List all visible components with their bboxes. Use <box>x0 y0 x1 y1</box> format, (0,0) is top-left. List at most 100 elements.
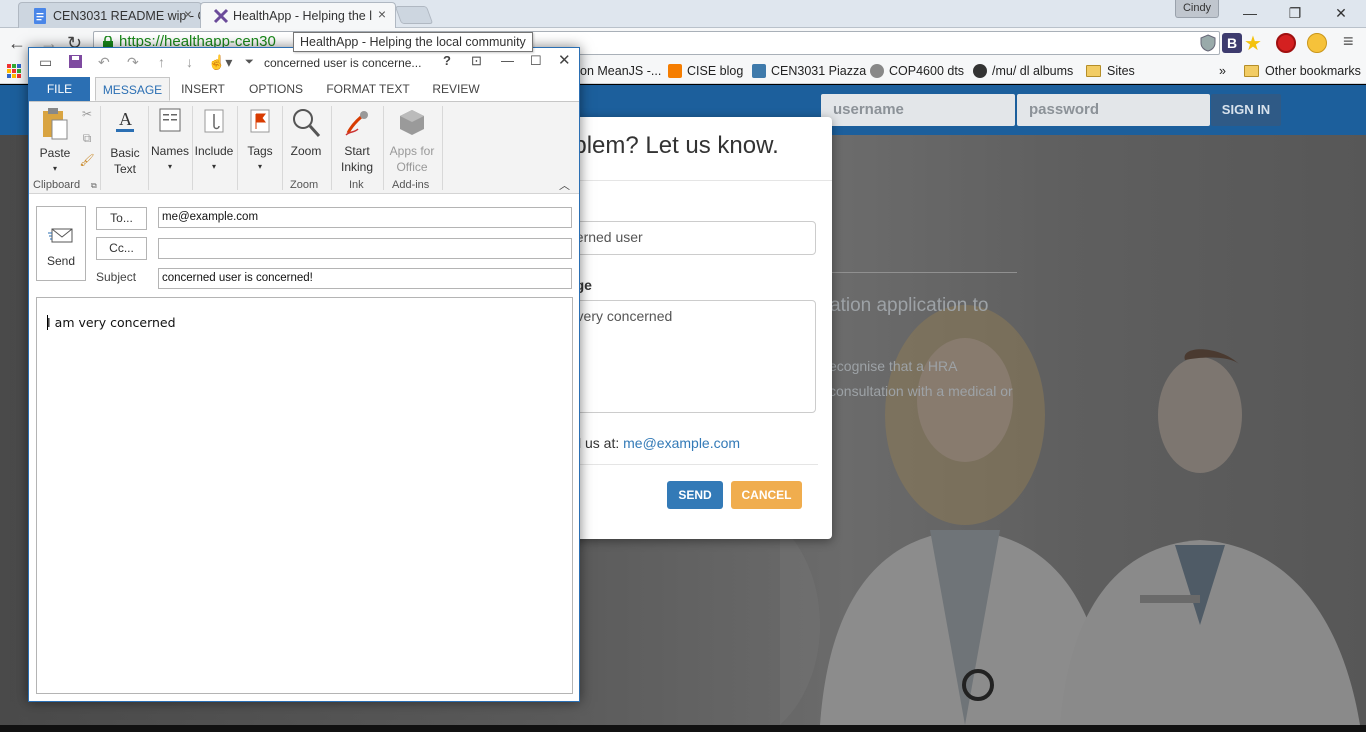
tab-message[interactable]: MESSAGE <box>95 77 170 101</box>
tab-options[interactable]: OPTIONS <box>243 77 309 101</box>
ink-pen-icon <box>345 111 368 136</box>
office-apps-icon <box>400 110 424 135</box>
tab-close-icon[interactable]: × <box>184 6 192 22</box>
outlook-window-title: concerned user is concerne... <box>264 56 422 70</box>
apps-icon[interactable] <box>7 64 21 78</box>
cancel-button[interactable]: CANCEL <box>731 481 802 509</box>
outlook-minimize-button[interactable]: — <box>501 53 514 68</box>
password-input[interactable]: password <box>1017 94 1210 126</box>
bookmark-mu-albums[interactable]: /mu/ dl albums <box>973 62 1073 80</box>
outlook-close-button[interactable]: ✕ <box>558 51 571 69</box>
customize-toolbar-icon[interactable]: ⏷ <box>245 53 254 71</box>
tab-readme[interactable]: CEN3031 README wip - C × <box>18 2 202 28</box>
profile-button[interactable]: Cindy <box>1175 0 1219 18</box>
emoji-extension-icon[interactable] <box>1307 33 1327 53</box>
send-button[interactable]: SEND <box>667 481 723 509</box>
help-icon[interactable]: ? <box>443 53 451 68</box>
zoom-button[interactable]: Zoom <box>285 107 327 159</box>
name-input[interactable]: ncerned user <box>560 221 816 255</box>
save-icon[interactable] <box>68 54 83 69</box>
ribbon-tabs: FILE MESSAGE INSERT OPTIONS FORMAT TEXT … <box>29 77 579 101</box>
ribbon-display-icon[interactable]: ⊡ <box>471 53 482 69</box>
adblock-icon[interactable] <box>1276 33 1296 53</box>
subject-field[interactable]: concerned user is concerned! <box>158 268 572 289</box>
include-button[interactable]: Include ▾ <box>194 107 234 175</box>
bootstrap-extension-icon[interactable]: B <box>1222 33 1242 53</box>
group-ink: Ink <box>349 179 364 191</box>
hero-heading: ation application to <box>830 295 989 316</box>
menu-icon[interactable]: ≡ <box>1343 31 1354 52</box>
new-tab-button[interactable] <box>394 6 434 24</box>
email-link[interactable]: me@example.com <box>623 435 740 451</box>
hero-doctors-image <box>780 305 1360 725</box>
message-body-text: I am very concerned <box>47 315 176 330</box>
outlook-window-icon[interactable]: ▭ <box>39 53 52 71</box>
subject-label: Subject <box>96 270 137 284</box>
tab-review[interactable]: REVIEW <box>427 77 485 101</box>
dialog-launcher-icon[interactable]: ⧉ <box>91 181 97 191</box>
window-close-button[interactable]: ✕ <box>1326 4 1356 22</box>
tab-close-icon[interactable]: × <box>378 6 386 22</box>
other-bookmarks[interactable]: Other bookmarks <box>1244 62 1361 80</box>
copy-icon[interactable]: ⧉ <box>79 130 95 146</box>
username-input[interactable]: username <box>821 94 1015 126</box>
cut-icon[interactable]: ✂ <box>79 106 95 122</box>
email-line: l us at: me@example.com <box>578 435 741 451</box>
to-button[interactable]: To... <box>96 207 147 230</box>
format-painter-icon[interactable]: 🖌 <box>79 152 95 168</box>
bookmark-meanjs[interactable]: on MeanJS -... <box>580 62 661 80</box>
touch-mode-icon[interactable]: ☝▾ <box>208 53 232 71</box>
message-body[interactable]: I am very concerned <box>36 297 573 694</box>
tab-title: HealthApp - Helping the l <box>233 8 372 23</box>
group-zoom: Zoom <box>290 179 319 191</box>
hero-text-line: consultation with a medical or <box>829 383 1013 399</box>
hero-text-line: ecognise that a HRA <box>829 358 958 374</box>
bookmark-sites[interactable]: Sites <box>1086 62 1135 80</box>
group-clipboard: Clipboard <box>33 179 81 191</box>
sign-in-button[interactable]: SIGN IN <box>1211 94 1281 126</box>
bookmark-piazza[interactable]: CEN3031 Piazza <box>752 62 866 80</box>
collapse-ribbon-icon[interactable]: ︿ <box>559 177 570 193</box>
bookmarks-overflow[interactable]: » <box>1219 62 1226 80</box>
previous-item-icon[interactable]: ↑ <box>158 53 165 71</box>
start-inking-button[interactable]: Start Inking <box>334 107 380 175</box>
tab-healthapp[interactable]: HealthApp - Helping the l × <box>200 2 396 28</box>
folder-icon <box>1244 65 1259 77</box>
cc-button[interactable]: Cc... <box>96 237 147 260</box>
minimize-button[interactable]: — <box>1235 4 1265 22</box>
bookmark-cop4600[interactable]: COP4600 dts <box>870 62 964 80</box>
modal-divider <box>560 180 832 181</box>
restore-button[interactable]: ❐ <box>1280 4 1310 22</box>
tags-button[interactable]: Tags ▾ <box>240 107 280 175</box>
paste-icon <box>43 108 68 140</box>
tab-format-text[interactable]: FORMAT TEXT <box>322 77 414 101</box>
next-item-icon[interactable]: ↓ <box>186 53 193 71</box>
paste-button[interactable]: Paste ▾ <box>35 107 75 177</box>
tab-tooltip: HealthApp - Helping the local community <box>293 32 533 52</box>
modal-divider <box>578 464 818 465</box>
cc-field[interactable] <box>158 238 572 259</box>
apps-for-office-button[interactable]: Apps for Office <box>385 107 439 175</box>
basic-text-button[interactable]: A Basic Text <box>105 107 145 177</box>
bookmark-cise-blog[interactable]: CISE blog <box>668 62 743 80</box>
attach-icon <box>204 109 224 133</box>
taskbar-edge <box>0 725 1366 732</box>
tab-insert[interactable]: INSERT <box>177 77 229 101</box>
bookmark-star-icon[interactable]: ★ <box>1244 31 1262 56</box>
shield-icon[interactable] <box>1199 34 1217 52</box>
healthapp-logo-icon <box>213 8 229 24</box>
outlook-maximize-button[interactable]: ☐ <box>530 53 542 69</box>
docs-icon <box>34 8 46 24</box>
message-textarea[interactable]: m very concerned <box>560 300 816 413</box>
bookmark-favicon-icon <box>973 64 987 78</box>
message-header-fields: Send To... Cc... me@example.com Subject … <box>29 195 579 295</box>
svg-text:A: A <box>119 109 132 129</box>
back-icon[interactable]: ← <box>8 33 26 53</box>
send-email-button[interactable]: Send <box>36 206 86 281</box>
names-button[interactable]: Names ▾ <box>150 107 190 175</box>
to-field[interactable]: me@example.com <box>158 207 572 228</box>
redo-icon[interactable]: ↷ <box>127 53 139 71</box>
undo-icon[interactable]: ↶ <box>98 53 110 71</box>
tab-file[interactable]: FILE <box>29 77 90 101</box>
ribbon: Paste ▾ ✂ ⧉ 🖌 A Basic Text Names ▾ Inclu… <box>29 101 579 194</box>
